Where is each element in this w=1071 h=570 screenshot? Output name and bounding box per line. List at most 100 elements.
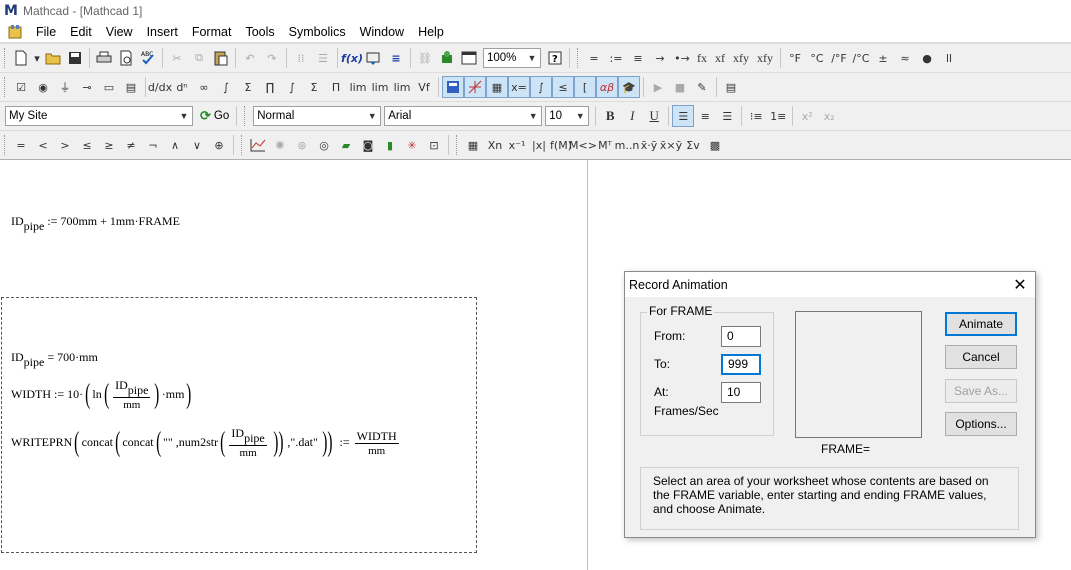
equation-idpipe-definition[interactable]: IDpipe := 700mm + 1mm·FRAME xyxy=(11,214,180,234)
zoom-select[interactable]: 100% ▼ xyxy=(483,48,541,68)
symbolic-toolbar-icon[interactable]: 🎓 xyxy=(618,76,640,98)
matrix-toolbar-icon[interactable]: ▦ xyxy=(486,76,508,98)
not-button[interactable]: ¬ xyxy=(142,134,164,156)
stop-icon[interactable]: ■ xyxy=(669,76,691,98)
align-center-icon[interactable]: ≡ xyxy=(694,105,716,127)
align-left-icon[interactable]: ☰ xyxy=(672,105,695,127)
infix-operator-button[interactable]: xfy xyxy=(729,47,753,69)
insert-component-icon[interactable] xyxy=(436,47,458,69)
zoom-plot-icon[interactable]: ⊡ xyxy=(423,134,445,156)
evaluation-toolbar-icon[interactable]: x= xyxy=(508,76,530,98)
delta-celsius-button[interactable]: /°C xyxy=(850,47,872,69)
paste-icon[interactable] xyxy=(210,47,232,69)
equation-writeprn[interactable]: WRITEPRN(concat(concat("" ,num2str(IDpip… xyxy=(11,426,401,460)
from-field[interactable]: 0 xyxy=(721,326,761,347)
infinity-icon[interactable]: ∞ xyxy=(193,76,215,98)
bool-equal-button[interactable]: = xyxy=(10,134,32,156)
or-button[interactable]: ∨ xyxy=(186,134,208,156)
chevron-down-icon[interactable]: ▼ xyxy=(364,107,380,125)
play-icon[interactable]: ▶ xyxy=(647,76,669,98)
trace-icon[interactable]: ✳ xyxy=(401,134,423,156)
polar-plot-icon[interactable]: ✺ xyxy=(269,134,291,156)
definition-button[interactable]: := xyxy=(605,47,627,69)
menu-view[interactable]: View xyxy=(99,22,140,43)
go-button[interactable]: ⟳ Go xyxy=(200,108,229,124)
insert-function-icon[interactable]: f(x) xyxy=(341,47,363,69)
textbox-control-icon[interactable]: ▭ xyxy=(98,76,120,98)
range-product-icon[interactable]: ∏ xyxy=(259,76,281,98)
site-select[interactable]: My Site ▼ xyxy=(5,106,193,126)
symbolic-eval-button[interactable]: → xyxy=(649,47,671,69)
align-down-icon[interactable]: ☰ xyxy=(312,47,334,69)
options-button[interactable]: Options... xyxy=(945,412,1017,436)
print-preview-icon[interactable] xyxy=(115,47,137,69)
toolbar-grip[interactable] xyxy=(4,77,7,97)
contour-plot-icon[interactable]: ◎ xyxy=(313,134,335,156)
insert-matrix-icon[interactable]: ▦ xyxy=(462,134,484,156)
treefix-operator-button[interactable]: xfy xyxy=(753,47,777,69)
limit-left-icon[interactable]: lim xyxy=(391,76,413,98)
less-equal-button[interactable]: ≤ xyxy=(76,134,98,156)
font-select[interactable]: Arial ▼ xyxy=(384,106,543,126)
range-variable-button[interactable]: m..n xyxy=(615,134,640,156)
keyword-eval-button[interactable]: •→ xyxy=(671,47,693,69)
global-definition-button[interactable]: ≡ xyxy=(627,47,649,69)
summation-icon[interactable]: Σ xyxy=(303,76,325,98)
style-select[interactable]: Normal ▼ xyxy=(253,106,382,126)
vector-field-icon[interactable]: Vf xyxy=(413,76,435,98)
new-icon[interactable] xyxy=(10,47,32,69)
prefix-operator-button[interactable]: fx xyxy=(693,47,711,69)
limit-right-icon[interactable]: lim xyxy=(369,76,391,98)
document-icon[interactable] xyxy=(7,24,23,40)
menu-format[interactable]: Format xyxy=(185,22,239,43)
menu-file[interactable]: File xyxy=(29,22,63,43)
graph-toolbar-icon[interactable] xyxy=(464,76,486,98)
menu-insert[interactable]: Insert xyxy=(140,22,185,43)
calculator-toolbar-icon[interactable] xyxy=(442,76,464,98)
animate-button[interactable]: Animate xyxy=(945,312,1017,336)
superscript-button[interactable]: x² xyxy=(796,105,818,127)
approx-button[interactable]: ≈ xyxy=(894,47,916,69)
plus-minus-button[interactable]: ± xyxy=(872,47,894,69)
greater-than-button[interactable]: > xyxy=(54,134,76,156)
copy-icon[interactable]: ⧉ xyxy=(188,47,210,69)
edit-script-icon[interactable]: ✎ xyxy=(691,76,713,98)
menu-tools[interactable]: Tools xyxy=(238,22,281,43)
menu-edit[interactable]: Edit xyxy=(63,22,99,43)
slider-control-icon[interactable]: ⊸ xyxy=(76,76,98,98)
dot-product-button[interactable]: x̄·ȳ xyxy=(638,134,660,156)
evaluate-equal-button[interactable]: = xyxy=(583,47,605,69)
animation-selection-region[interactable] xyxy=(1,297,477,553)
delta-fahrenheit-button[interactable]: /°F xyxy=(828,47,850,69)
surface-plot-icon[interactable]: ⊛ xyxy=(291,134,313,156)
transpose-button[interactable]: Mᵀ xyxy=(594,134,616,156)
cross-product-button[interactable]: x̄×ȳ xyxy=(660,134,682,156)
menu-help[interactable]: Help xyxy=(411,22,451,43)
menu-symbolics[interactable]: Symbolics xyxy=(282,22,353,43)
cancel-button[interactable]: Cancel xyxy=(945,345,1017,369)
open-icon[interactable] xyxy=(42,47,64,69)
celsius-button[interactable]: °C xyxy=(806,47,828,69)
align-across-icon[interactable]: ⁞⁞ xyxy=(290,47,312,69)
toolbar-grip[interactable] xyxy=(456,135,459,155)
save-icon[interactable] xyxy=(64,47,86,69)
chevron-down-icon[interactable]: ▼ xyxy=(572,107,588,125)
3d-bar-plot-icon[interactable]: ◙ xyxy=(357,134,379,156)
to-field[interactable]: 999 xyxy=(721,354,761,375)
push-button-control-icon[interactable]: ⏚ xyxy=(54,76,76,98)
programming-toolbar-icon[interactable]: [ xyxy=(574,76,596,98)
greater-equal-button[interactable]: ≥ xyxy=(98,134,120,156)
insert-hyperlink-icon[interactable]: ⛓ xyxy=(414,47,436,69)
resource-center-icon[interactable] xyxy=(458,47,480,69)
column-button[interactable]: M<> xyxy=(569,134,597,156)
toolbar-grip[interactable] xyxy=(244,106,247,126)
print-icon[interactable] xyxy=(93,47,115,69)
document-properties-icon[interactable]: ▤ xyxy=(720,76,742,98)
xy-plot-icon[interactable] xyxy=(247,134,269,156)
derivative-icon[interactable]: d/dx xyxy=(148,76,172,98)
picture-icon[interactable]: ▩ xyxy=(704,134,726,156)
new-dropdown-icon[interactable]: ▾ xyxy=(32,47,42,69)
size-select[interactable]: 10 ▼ xyxy=(545,106,590,126)
less-than-button[interactable]: < xyxy=(32,134,54,156)
not-equal-button[interactable]: ≠ xyxy=(120,134,142,156)
